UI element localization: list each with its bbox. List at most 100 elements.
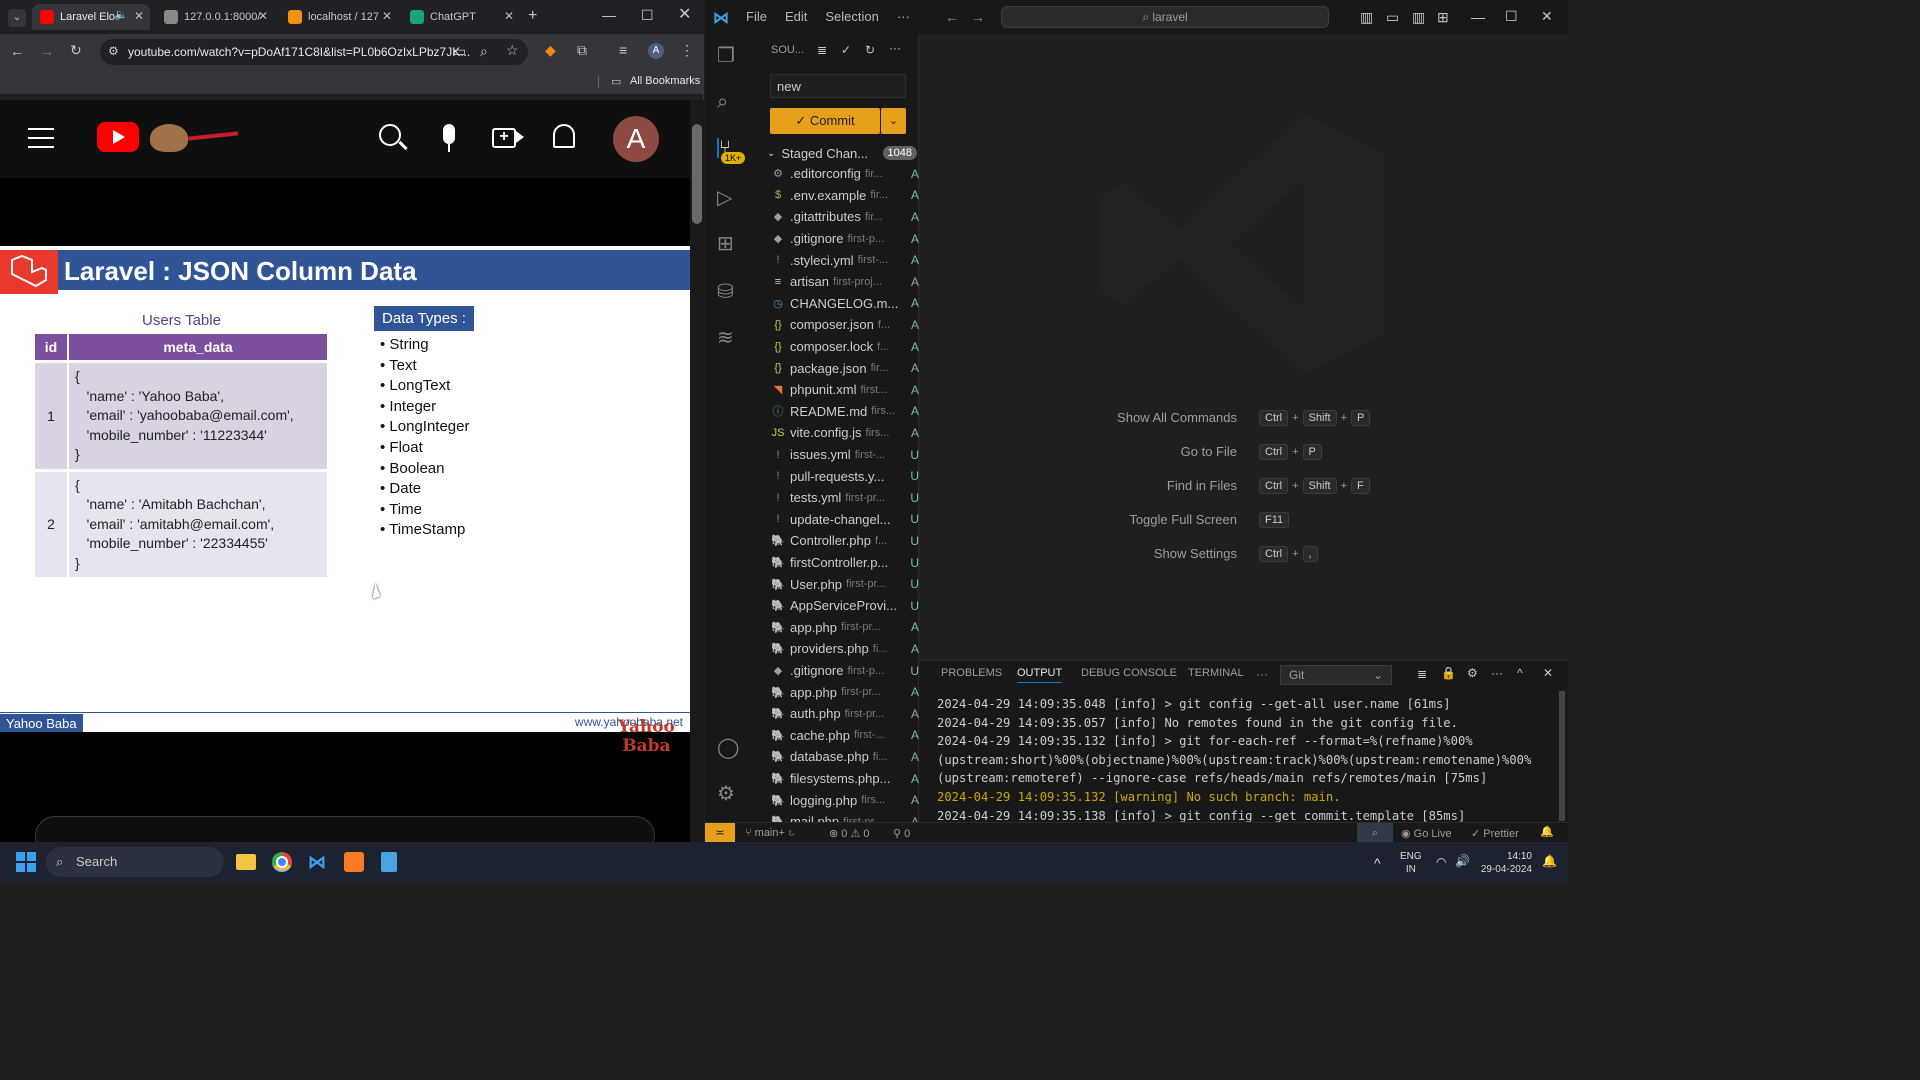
menu-item[interactable]: File [746,9,767,24]
changed-file-item[interactable]: ◥ phpunit.xml first... A [769,379,919,401]
forward-button[interactable]: → [40,44,54,58]
search-view-icon[interactable]: ⌕ [717,92,728,112]
changed-file-item[interactable]: ! .styleci.yml first-... A [769,249,919,271]
changed-file-item[interactable]: 🐘 cache.php first-... A [769,725,919,747]
error-count[interactable]: 0 [841,828,847,840]
remote-indicator-icon[interactable]: ≍ [705,823,735,843]
lock-scroll-icon[interactable]: 🔒 [1441,667,1456,679]
changed-file-item[interactable]: {} composer.json f... A [769,314,919,336]
welcome-shortcut[interactable]: Show Settings Ctrl +, [919,546,1568,566]
back-button[interactable]: ← [10,44,24,58]
output-scrollbar[interactable] [1559,691,1565,821]
language-indicator[interactable]: ENG [1400,850,1422,863]
nav-back-icon[interactable]: ← [945,10,959,24]
commit-check-icon[interactable]: ✓ [841,44,851,56]
wifi-icon[interactable]: ◠ [1436,856,1446,868]
file-explorer-icon[interactable] [236,854,256,870]
changed-file-item[interactable]: ! update-changel... U [769,509,919,531]
changed-file-item[interactable]: $ .env.example fir... A [769,185,919,207]
run-debug-icon[interactable]: ▷ [717,188,732,208]
panel-tab[interactable]: OUTPUT [1017,667,1063,683]
customize-layout-icon[interactable]: ⊞ [1437,10,1449,24]
all-bookmarks-link[interactable]: All Bookmarks [630,75,700,87]
browser-tab[interactable]: ChatGPT ✕ [402,4,520,30]
changed-file-item[interactable]: 🐘 database.php fi... A [769,746,919,768]
microphone-icon[interactable] [443,124,455,144]
welcome-shortcut[interactable]: Find in Files Ctrl + Shift + F [919,478,1568,498]
new-tab-button[interactable]: + [528,8,537,24]
output-settings-icon[interactable]: ⚙ [1467,667,1478,679]
browser-tab[interactable]: localhost / 127 ✕ [280,4,398,30]
welcome-shortcut[interactable]: Go to File Ctrl + P [919,444,1568,464]
taskbar-search-box[interactable]: ⌕ Search [46,847,224,877]
commit-message-input[interactable]: new [770,74,906,98]
start-button-icon[interactable] [16,852,36,872]
panel-tab[interactable]: TERMINAL [1188,667,1244,679]
clear-output-icon[interactable]: ≣ [1417,668,1427,680]
vscode-maximize-button[interactable]: ☐ [1505,9,1518,23]
changed-file-item[interactable]: 🐘 logging.php firs... A [769,789,919,811]
profile-avatar[interactable]: A [648,43,664,59]
tab-close-icon[interactable]: ✕ [134,9,144,23]
notepad-taskbar-icon[interactable] [381,852,397,872]
chevron-down-icon[interactable]: ⌄ [767,148,775,159]
create-video-icon[interactable]: + [492,128,516,148]
changed-file-item[interactable]: ◷ CHANGELOG.m... A [769,293,919,315]
changed-file-item[interactable]: ⚙ .editorconfig fir... A [769,163,919,185]
vscode-taskbar-icon[interactable]: ⋈ [308,852,328,872]
output-channel-select[interactable]: Git ⌄ [1280,665,1392,685]
tab-audio-icon[interactable]: 🔈 [114,8,128,21]
staged-changes-label[interactable]: Staged Chan... [781,146,868,161]
vscode-close-button[interactable]: ✕ [1541,9,1553,23]
tab-close-icon[interactable]: ✕ [504,9,514,23]
notifications-icon[interactable]: 🔔 [1540,827,1554,838]
extensions-icon[interactable]: ⧉ [577,43,587,57]
menu-item[interactable]: Edit [785,9,807,24]
tab-search-icon[interactable]: ⌄ [8,9,26,27]
branch-name[interactable]: main+ [755,827,785,839]
more-actions-icon[interactable]: ··· [889,42,901,54]
warning-count[interactable]: 0 [863,828,869,840]
xampp-taskbar-icon[interactable] [344,852,364,872]
extensions-view-icon[interactable]: ⊞ [717,234,734,254]
close-window-button[interactable]: ✕ [678,7,691,23]
commit-button[interactable]: ✓ Commit [770,108,880,134]
close-panel-icon[interactable]: ✕ [1543,667,1553,679]
menu-item[interactable]: Selection [825,9,878,24]
browser-tab[interactable]: Laravel Elo 🔈 ✕ [32,4,150,30]
changed-file-item[interactable]: ≡ artisan first-proj... A [769,271,919,293]
commit-dropdown-button[interactable]: ⌄ [881,108,906,134]
panel-actions-icon[interactable]: ··· [1491,667,1503,679]
notification-center-icon[interactable]: 🔔 [1542,855,1557,867]
menu-item[interactable]: ··· [897,9,910,24]
changed-file-item[interactable]: 🐘 User.php first-pr... U [769,573,919,595]
panel-more-icon[interactable]: ··· [1256,667,1268,681]
view-as-tree-icon[interactable]: ≣ [817,44,827,56]
chrome-menu-icon[interactable]: ⋮ [680,43,694,57]
youtube-logo-icon[interactable] [97,122,139,152]
doodle-logo-icon[interactable] [148,120,239,154]
changed-file-item[interactable]: ◆ .gitattributes fir... A [769,206,919,228]
changed-file-item[interactable]: ⓘ README.md firs... A [769,401,920,423]
changed-file-item[interactable]: {} composer.lock f... A [769,336,919,358]
notifications-bell-icon[interactable] [553,124,575,148]
site-info-icon[interactable]: ⚙ [108,45,119,57]
changed-file-item[interactable]: ◆ .gitignore first-p... U [769,660,919,682]
database-icon[interactable]: ⛁ [717,282,734,302]
clock-time[interactable]: 14:10 [1480,850,1532,863]
go-live-button[interactable]: Go Live [1414,828,1452,840]
maximize-panel-icon[interactable]: ^ [1517,667,1523,679]
changed-file-item[interactable]: JS vite.config.js firs... A [769,422,919,444]
media-control-icon[interactable]: ≡ [619,43,627,57]
metamask-extension-icon[interactable]: ◆ [545,43,556,57]
nav-forward-icon[interactable]: → [971,10,985,24]
clock-date[interactable]: 29-04-2024 [1480,863,1532,876]
minimize-button[interactable]: — [602,8,616,22]
command-center-search[interactable]: ⌕ laravel [1001,6,1329,28]
zoom-icon[interactable]: ⌕ [480,44,488,58]
manage-gear-icon[interactable]: ⚙ [717,784,735,804]
changed-file-item[interactable]: 🐘 filesystems.php... A [769,768,919,790]
changed-file-item[interactable]: 🐘 AppServiceProvi... U [769,595,919,617]
changed-file-item[interactable]: ! tests.yml first-pr... U [769,487,919,509]
welcome-shortcut[interactable]: Show All Commands Ctrl + Shift + P [919,410,1568,430]
